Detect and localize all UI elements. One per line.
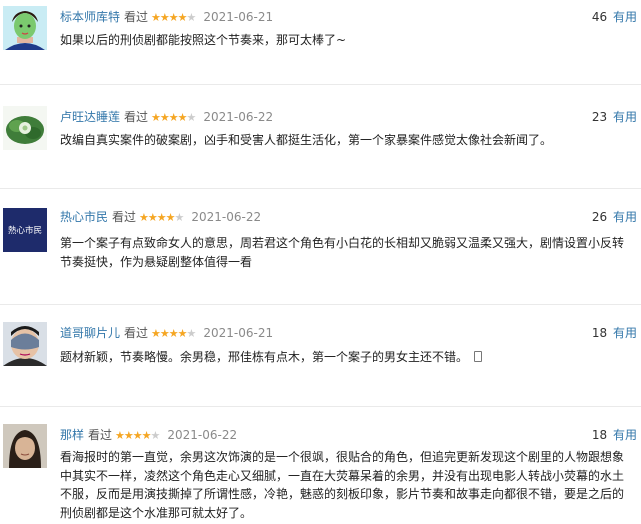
vote-count: 18 [591, 326, 608, 340]
user-avatar[interactable] [3, 322, 47, 366]
username-link[interactable]: 卢旺达睡莲 [60, 110, 120, 124]
rating-stars: ★★★★★ [139, 211, 184, 224]
watch-status: 看过 [112, 210, 137, 224]
review-date: 2021-06-22 [191, 210, 262, 224]
vote-useful[interactable]: 23 有用 [592, 108, 637, 126]
vote-useful[interactable]: 18 有用 [592, 324, 637, 342]
review-item: 道哥聊片儿 看过 ★★★★★ 2021-06-21 18 有用 题材新颖，节奏略慢。余… [0, 318, 641, 398]
vote-useful[interactable]: 46 有用 [592, 8, 637, 26]
vote-count: 46 [591, 10, 608, 24]
rating-stars: ★★★★★ [151, 11, 196, 24]
avatar-green-face-mask-icon [3, 6, 47, 50]
review-item: 那样 看过 ★★★★★ 2021-06-22 18 有用 看海报时的第一直觉，余男这次… [0, 420, 641, 524]
useful-button[interactable]: 有用 [613, 110, 637, 124]
review-list: 标本师库特 看过 ★★★★★ 2021-06-21 46 有用 如果以后的刑侦剧都能按… [0, 0, 641, 524]
watch-status: 看过 [124, 326, 149, 340]
divider [0, 406, 641, 407]
useful-button[interactable]: 有用 [613, 10, 637, 24]
review-header: 热心市民 看过 ★★★★★ 2021-06-22 [60, 208, 261, 226]
review-item: 卢旺达睡莲 看过 ★★★★★ 2021-06-22 23 有用 改编自真实案件的破案剧… [0, 100, 641, 180]
review-date: 2021-06-22 [203, 110, 274, 124]
user-avatar[interactable] [3, 6, 47, 50]
user-avatar[interactable]: 熱心市民 [3, 208, 47, 252]
useful-button[interactable]: 有用 [613, 210, 637, 224]
divider [0, 304, 641, 305]
review-item: 标本师库特 看过 ★★★★★ 2021-06-21 46 有用 如果以后的刑侦剧都能按… [0, 0, 641, 80]
review-header: 卢旺达睡莲 看过 ★★★★★ 2021-06-22 [60, 108, 273, 126]
divider [0, 84, 641, 85]
review-text: 第一个案子有点致命女人的意思，周若君这个角色有小白花的长相却又脆弱又温柔又强大，… [60, 236, 625, 269]
username-link[interactable]: 热心市民 [60, 210, 108, 224]
review-text: 改编自真实案件的破案剧，凶手和受害人都挺生活化，第一个家暴案件感觉太像社会新闻了… [60, 133, 553, 147]
vote-count: 26 [591, 210, 608, 224]
watch-status: 看过 [124, 10, 149, 24]
review-item: 熱心市民 热心市民 看过 ★★★★★ 2021-06-22 26 有用 第一个案子有点… [0, 204, 641, 304]
username-link[interactable]: 那样 [60, 428, 84, 442]
useful-button[interactable]: 有用 [613, 428, 637, 442]
username-link[interactable]: 道哥聊片儿 [60, 326, 120, 340]
rating-stars: ★★★★★ [115, 429, 160, 442]
review-text-body: 题材新颖，节奏略慢。余男稳，邢佳栋有点木，第一个案子的男女主还不错。 [60, 350, 469, 364]
username-link[interactable]: 标本师库特 [60, 10, 120, 24]
vote-useful[interactable]: 26 有用 [592, 208, 637, 226]
avatar-logo-text: 熱心市民 [8, 225, 42, 236]
rating-stars: ★★★★★ [151, 111, 196, 124]
watch-status: 看过 [124, 110, 149, 124]
review-header: 那样 看过 ★★★★★ 2021-06-22 [60, 426, 237, 444]
useful-button[interactable]: 有用 [613, 326, 637, 340]
vote-count: 18 [591, 428, 608, 442]
rating-stars: ★★★★★ [151, 327, 196, 340]
divider [0, 188, 641, 189]
avatar-text-logo-icon: 熱心市民 [3, 208, 47, 252]
mobile-device-icon [474, 351, 483, 362]
review-date: 2021-06-22 [167, 428, 238, 442]
review-text: 题材新颖，节奏略慢。余男稳，邢佳栋有点木，第一个案子的男女主还不错。 [60, 348, 634, 367]
watch-status: 看过 [88, 428, 113, 442]
review-text: 如果以后的刑侦剧都能按照这个节奏来，那可太棒了~ [60, 33, 347, 47]
user-avatar[interactable] [3, 424, 47, 468]
review-header: 道哥聊片儿 看过 ★★★★★ 2021-06-21 [60, 324, 273, 342]
review-header: 标本师库特 看过 ★★★★★ 2021-06-21 [60, 8, 273, 26]
user-avatar[interactable] [3, 106, 47, 150]
avatar-portrait-woman-icon [3, 424, 47, 468]
vote-useful[interactable]: 18 有用 [592, 426, 637, 444]
review-date: 2021-06-21 [203, 326, 274, 340]
vote-count: 23 [591, 110, 608, 124]
avatar-eye-mask-icon [3, 322, 47, 366]
review-date: 2021-06-21 [203, 10, 274, 24]
avatar-water-lily-icon [3, 106, 47, 150]
review-text: 看海报时的第一直觉，余男这次饰演的是一个很飒，很贴合的角色，但追完更新发现这个剧… [60, 450, 625, 520]
